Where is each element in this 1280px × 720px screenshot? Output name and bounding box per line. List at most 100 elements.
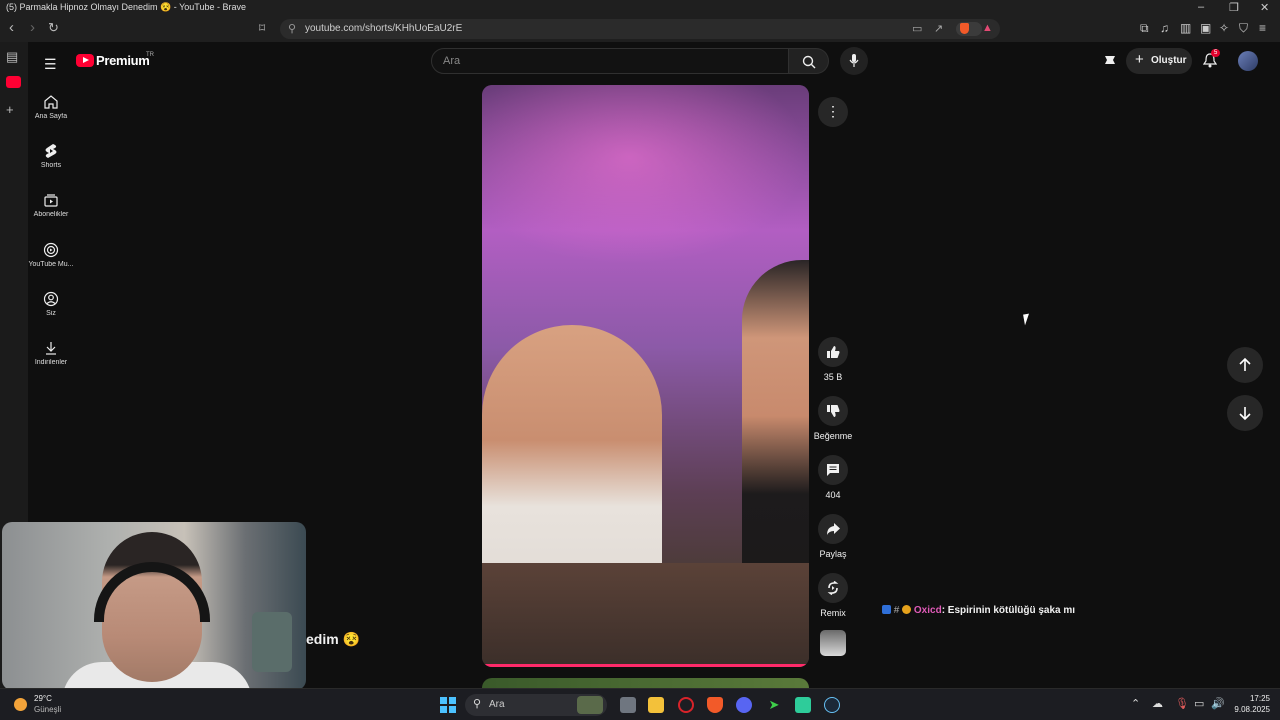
weather-condition: Güneşli (34, 705, 62, 714)
sun-icon (14, 698, 27, 711)
video-progress-bar[interactable] (482, 664, 809, 667)
sidebar-toggle-icon[interactable]: ▥ (1180, 21, 1191, 35)
webcam-background-object (252, 612, 292, 672)
notifications-button[interactable]: 5 (1202, 49, 1221, 73)
media-icon[interactable]: ♫ (1160, 21, 1169, 35)
clock-date: 9.08.2025 (1234, 705, 1270, 714)
sidebar-item-you[interactable]: Siz (28, 291, 74, 317)
comments-button[interactable]: 404 (813, 455, 853, 500)
add-panel-icon[interactable]: + (6, 102, 14, 117)
task-view-icon[interactable] (620, 697, 636, 713)
comment-count: 404 (825, 490, 841, 500)
app-green-icon[interactable] (795, 697, 811, 713)
extensions-icon[interactable]: ⧉ (1140, 21, 1149, 36)
subscriptions-icon (44, 194, 58, 207)
create-button[interactable]: + Oluştur (1126, 48, 1192, 74)
shorts-icon (45, 144, 57, 158)
search-placeholder: Ara (443, 55, 461, 67)
thumbs-down-icon (827, 405, 840, 417)
vpn-icon[interactable]: ⛉ (1239, 21, 1248, 36)
opera-icon[interactable] (678, 697, 694, 713)
cast-icon[interactable]: ▭ (912, 22, 922, 35)
chat-text: : Espirinin kötülüğü şaka mı (941, 605, 1076, 616)
voice-search-button[interactable] (840, 47, 868, 75)
discord-icon[interactable] (736, 697, 752, 713)
search-highlight-icon (577, 696, 603, 714)
remix-button[interactable]: Remix (813, 573, 853, 618)
more-options-button[interactable]: ⋮ (818, 97, 848, 127)
home-icon (44, 95, 58, 109)
plus-icon: + (1135, 51, 1144, 68)
brave-rewards-icon[interactable]: ▲ (982, 22, 993, 34)
back-icon[interactable]: ‹ (9, 20, 14, 36)
taskbar-search[interactable]: ⚲ Ara (465, 694, 607, 716)
audio-source-thumbnail[interactable] (820, 630, 846, 656)
minimize-icon[interactable]: – (1198, 1, 1204, 13)
chat-badge-coin-icon (902, 605, 912, 614)
short-video-player[interactable] (482, 85, 809, 667)
sidebar-item-label: Siz (46, 310, 56, 317)
site-info-icon[interactable]: ⚲ (288, 22, 296, 35)
menu-icon[interactable]: ≡ (1259, 21, 1266, 35)
create-short-icon[interactable] (1103, 53, 1117, 67)
sidebar-item-downloads[interactable]: İndirilenler (28, 340, 74, 366)
next-short-button[interactable] (1227, 395, 1263, 431)
temperature: 29°C (34, 694, 52, 703)
window-title: (5) Parmakla Hipnoz Olmayı Denedim 😵 - Y… (6, 2, 246, 12)
mouse-cursor (1023, 313, 1031, 326)
sidebar-item-shorts[interactable]: Shorts (28, 143, 74, 169)
dislike-button[interactable]: Beğenme (813, 396, 853, 441)
sidebar-item-label: Shorts (40, 162, 62, 169)
close-window-icon[interactable]: ✕ (1260, 1, 1269, 14)
network-icon[interactable]: ▭ (1194, 697, 1204, 710)
start-windows-icon[interactable] (440, 697, 456, 713)
browser-toolbar: ‹ › ↻ ⌑ ⚲ youtube.com/shorts/KHhUoEaU2rE… (0, 16, 1280, 42)
sidebar-item-label: İndirilenler (34, 359, 68, 366)
previous-short-button[interactable] (1227, 347, 1263, 383)
more-vert-icon: ⋮ (826, 103, 840, 119)
video-light (482, 85, 809, 265)
search-button[interactable] (789, 48, 829, 74)
wallet-icon[interactable]: ▣ (1200, 21, 1211, 35)
show-hidden-icons-icon[interactable]: ⌃ (1131, 697, 1140, 710)
logo-text: Premium (96, 53, 150, 68)
onedrive-icon[interactable]: ☁ (1152, 697, 1163, 710)
sidebar-item-subscriptions[interactable]: Abonelikler (28, 192, 74, 218)
sidebar-item-home[interactable]: Ana Sayfa (28, 94, 74, 120)
bookmark-icon[interactable]: ⌑ (259, 20, 265, 36)
short-title: edim 😵 (306, 631, 360, 647)
arrow-up-icon (1239, 357, 1251, 371)
microphone-tray-icon[interactable]: 🎙 (1175, 697, 1189, 710)
chat-hash: # (893, 605, 900, 616)
chat-username: Oxicd (913, 605, 942, 616)
comment-icon (827, 464, 839, 476)
share-page-icon[interactable]: ↗ (934, 22, 943, 35)
volume-icon[interactable]: 🔊 (1211, 697, 1225, 710)
forward-icon[interactable]: › (30, 20, 35, 36)
reload-icon[interactable]: ↻ (48, 20, 59, 36)
file-explorer-icon[interactable] (648, 697, 664, 713)
share-button[interactable]: Paylaş (813, 514, 853, 559)
sidebar-panel-icon[interactable]: ▤ (6, 49, 18, 65)
taskbar-search-placeholder: Ara (489, 699, 505, 710)
brave-icon[interactable] (707, 697, 723, 713)
youtube-play-logo-icon (76, 54, 94, 67)
app-arrow-icon[interactable]: ➤ (766, 697, 782, 713)
steam-icon[interactable] (824, 697, 840, 713)
like-button[interactable]: 35 B (813, 337, 853, 382)
search-input[interactable]: Ara (431, 48, 789, 74)
restore-icon[interactable]: ❐ (1229, 1, 1239, 14)
address-bar[interactable]: ⚲ youtube.com/shorts/KHhUoEaU2rE ▭ ↗ ▲ (280, 19, 1000, 39)
remix-label: Remix (820, 608, 846, 618)
system-clock[interactable]: 17:25 9.08.2025 (1232, 693, 1270, 715)
account-avatar[interactable] (1238, 51, 1258, 71)
download-icon (46, 342, 56, 355)
sidebar-item-youtube-music[interactable]: YouTube Mu... (28, 242, 74, 268)
sidebar-item-label: YouTube Mu... (28, 261, 74, 268)
clock-time: 17:25 (1249, 694, 1270, 703)
sidebar-item-label: Abonelikler (33, 211, 69, 218)
chat-badge-icon (882, 605, 891, 614)
brave-shields-icon[interactable] (956, 22, 982, 36)
leo-ai-icon[interactable]: ✧ (1219, 21, 1229, 35)
youtube-pinned-icon[interactable] (6, 76, 21, 88)
